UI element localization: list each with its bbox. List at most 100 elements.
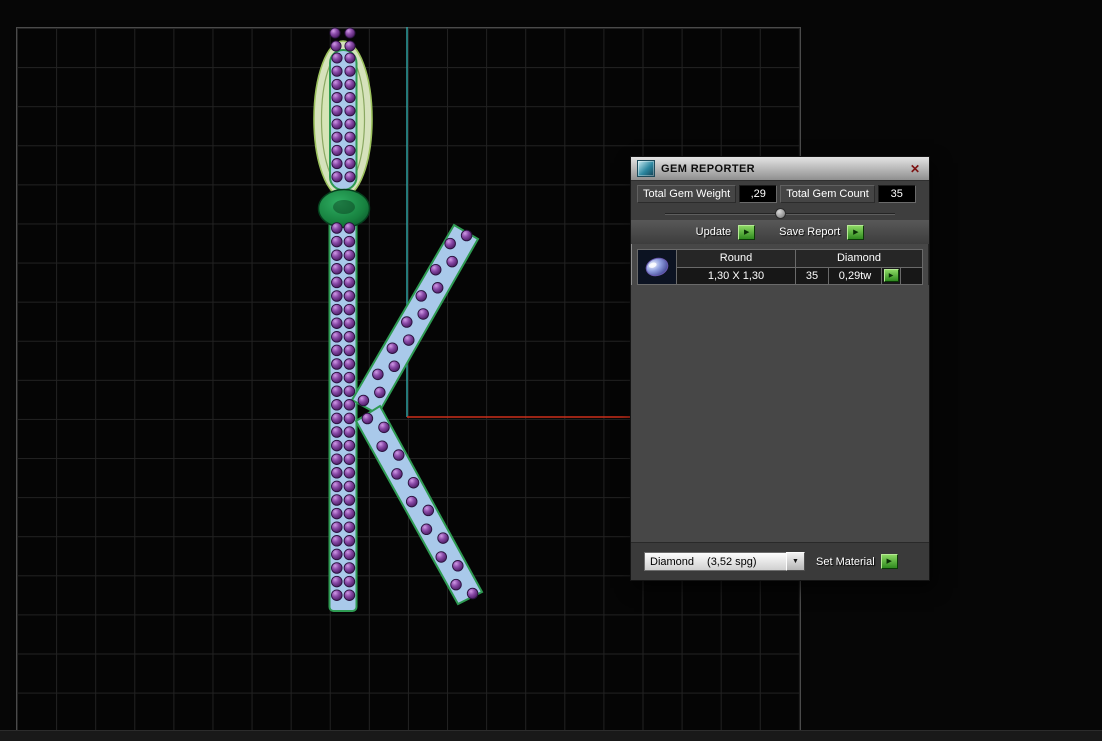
gem [331,65,343,77]
gem-row-arrow-cell: ▶ [882,267,901,285]
gem-table-value-row: 1,30 X 1,30 35 0,29tw ▶ [677,267,923,285]
gem [344,78,356,90]
jump-ring-hole [333,200,355,214]
gem [460,229,473,242]
gem [343,303,356,316]
total-gem-weight-value[interactable]: ,29 [739,185,778,203]
gem [343,480,356,493]
gem-thumbnail-image [639,251,675,283]
gem [420,523,433,536]
gem [407,476,420,489]
material-row: Diamond (3,52 spg) ▼ Set Material ▶ [631,542,929,580]
gem [331,317,343,329]
gem [343,589,356,601]
gem-weight-value[interactable]: 0,29tw [829,267,882,285]
gem [344,171,356,183]
total-gem-count-label: Total Gem Count [780,185,875,203]
gem [343,548,356,561]
gem-row-filler [901,267,923,285]
gem [343,453,356,465]
save-report-button[interactable]: Save Report [779,226,840,238]
type-header[interactable]: Diamond [796,250,923,268]
gem [343,235,356,248]
gem [429,263,442,276]
material-dropdown-field[interactable]: Diamond (3,52 spg) [644,552,786,571]
total-gem-count-value[interactable]: 35 [877,185,916,203]
gem [343,222,356,234]
set-material-button[interactable]: Set Material [816,556,875,568]
gem [331,144,343,156]
gem [437,532,449,544]
slider-knob[interactable] [775,208,786,219]
gem [422,504,435,517]
gem [343,399,356,411]
gem [331,263,343,275]
gem [357,394,370,407]
gem [343,412,356,425]
gem [331,78,343,90]
gem [344,158,356,170]
material-dropdown[interactable]: Diamond (3,52 spg) ▼ [644,552,805,571]
gem [331,480,343,493]
titlebar[interactable]: GEM REPORTER ✕ [631,157,929,181]
gem [343,290,356,302]
save-report-arrow-button[interactable]: ▶ [847,224,865,240]
gem [331,399,343,411]
close-icon[interactable]: ✕ [907,162,923,176]
gem [331,158,343,170]
gem [415,290,427,302]
material-value: Diamond [650,555,695,568]
actions-row: Update ▶ Save Report ▶ [631,220,929,244]
gem [446,255,458,268]
gem [331,249,343,261]
gem [331,426,343,438]
gem [417,308,429,320]
gem [331,52,343,64]
gem [343,535,356,547]
set-material-arrow-button[interactable]: ▶ [880,554,898,569]
gem [343,276,356,289]
dropdown-arrow-icon[interactable]: ▼ [786,552,805,571]
gem-reporter-panel: GEM REPORTER ✕ Total Gem Weight ,29 Tota… [630,156,930,581]
gem [344,144,356,156]
total-gem-weight-label: Total Gem Weight [637,185,737,203]
gem [343,263,356,275]
gem [331,562,343,574]
gem [344,92,356,104]
gem [331,118,343,130]
viewport-scene[interactable] [0,0,1102,741]
gem [331,371,343,384]
gem [331,385,343,397]
panel-slider[interactable] [631,207,929,220]
gem-thumbnail[interactable] [638,250,677,285]
gem [444,237,456,250]
gem [343,331,356,343]
gem-reporter-icon [637,160,655,177]
gem-size-value[interactable]: 1,30 X 1,30 [677,267,796,285]
shape-header[interactable]: Round [677,250,796,268]
gem [331,453,343,465]
gem [343,562,356,574]
gem [344,118,356,130]
gem [374,386,386,399]
update-arrow-button[interactable]: ▶ [738,224,756,240]
gem [450,578,462,591]
gem-row-arrow-button[interactable]: ▶ [883,269,899,283]
gem-count-value[interactable]: 35 [796,267,829,285]
gem [343,575,356,588]
gem [331,535,343,547]
gem [331,494,343,506]
gem [388,360,401,373]
gem [331,548,343,561]
gem [344,131,356,143]
gem [331,290,343,302]
gem [378,421,390,434]
gem [331,589,343,601]
gem [391,468,403,480]
gem [331,439,343,452]
gem [331,92,343,104]
gem [405,495,418,508]
update-button[interactable]: Update [696,226,731,238]
gem [376,440,388,452]
gem [344,52,356,64]
